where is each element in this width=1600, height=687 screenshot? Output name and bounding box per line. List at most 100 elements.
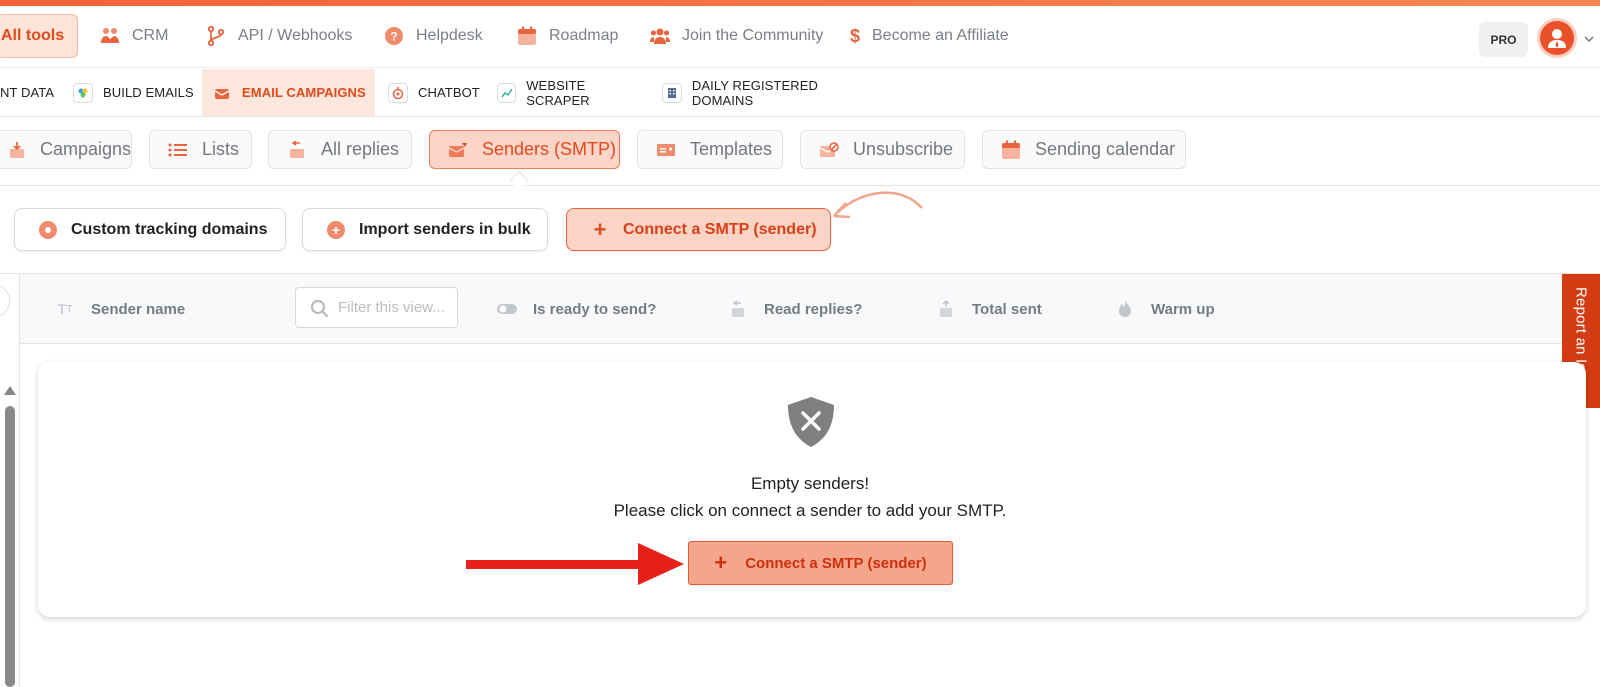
- filter-view-box[interactable]: [295, 287, 458, 328]
- col-read-replies[interactable]: Read replies?: [728, 274, 862, 344]
- col-sender-name[interactable]: TT Sender name: [55, 274, 186, 344]
- subtab-senders-smtp[interactable]: Senders (SMTP): [429, 130, 620, 169]
- branch-icon: [206, 26, 226, 46]
- list-icon: [168, 141, 188, 159]
- col-replies-label: Read replies?: [764, 300, 863, 318]
- import-senders-button[interactable]: + Import senders in bulk: [302, 208, 548, 251]
- nav-all-tools-label: All tools: [1, 27, 65, 44]
- plus-circle-icon: +: [327, 220, 345, 239]
- handshake-icon: [100, 26, 120, 46]
- send-mail-icon: [448, 141, 468, 159]
- top-navigation: All tools CRM API / Webhooks ? Helpdesk …: [0, 6, 1600, 68]
- col-ready-to-send[interactable]: Is ready to send?: [497, 274, 656, 344]
- empty-state-title: Empty senders!: [750, 474, 870, 493]
- empty-state-subtitle: Please click on connect a sender to add …: [613, 501, 1007, 520]
- subtab-unsubscribe[interactable]: Unsubscribe: [800, 130, 965, 169]
- tab-email-campaigns[interactable]: EMAIL CAMPAIGNS: [202, 69, 375, 116]
- tab-daily-domains[interactable]: DAILY REGISTERED DOMAINS: [662, 69, 882, 116]
- text-type-icon: TT: [57, 301, 73, 317]
- subtab-unsubscribe-label: Unsubscribe: [853, 139, 954, 159]
- col-ready-label: Is ready to send?: [533, 300, 657, 318]
- import-senders-label: Import senders in bulk: [359, 220, 531, 238]
- question-icon: ?: [384, 26, 404, 46]
- robot-icon: [388, 82, 408, 103]
- col-total-sent[interactable]: Total sent: [936, 274, 1042, 344]
- nav-community-label: Join the Community: [682, 27, 824, 44]
- avatar[interactable]: [1537, 18, 1577, 58]
- nav-affiliate[interactable]: $ Become an Affiliate: [850, 14, 1009, 58]
- nav-roadmap[interactable]: Roadmap: [517, 14, 618, 58]
- subtab-sending-calendar[interactable]: Sending calendar: [982, 130, 1186, 169]
- nav-roadmap-label: Roadmap: [549, 27, 619, 44]
- connect-smtp-label: Connect a SMTP (sender): [623, 220, 817, 238]
- annotation-red-arrow: [466, 543, 684, 585]
- subtab-all-replies[interactable]: All replies: [268, 130, 412, 169]
- flame-icon: [1115, 300, 1135, 318]
- nav-community[interactable]: Join the Community: [650, 14, 823, 58]
- tab-email-campaigns-label: EMAIL CAMPAIGNS: [242, 85, 366, 100]
- plus-icon: +: [593, 216, 607, 242]
- nav-api-webhooks[interactable]: API / Webhooks: [206, 14, 352, 58]
- nav-affiliate-label: Become an Affiliate: [872, 27, 1009, 44]
- plus-icon: +: [714, 550, 728, 575]
- sender-actions: Custom tracking domains + Import senders…: [0, 187, 1600, 274]
- subtab-campaigns-label: Campaigns: [39, 139, 131, 159]
- reply-inbox-icon: [728, 300, 748, 318]
- subtab-lists[interactable]: Lists: [149, 130, 252, 169]
- subtab-lists-label: Lists: [202, 139, 240, 159]
- search-icon: [310, 299, 329, 323]
- col-total-label: Total sent: [972, 300, 1042, 318]
- outbox-icon: [936, 300, 956, 318]
- subtab-templates[interactable]: Templates: [637, 130, 783, 169]
- nav-all-tools[interactable]: All tools: [0, 14, 78, 58]
- tab-data[interactable]: NT DATA: [0, 69, 62, 116]
- subtab-campaigns[interactable]: Campaigns: [0, 130, 132, 169]
- toggle-icon: [497, 300, 517, 318]
- nav-api-label: API / Webhooks: [238, 27, 353, 44]
- campaign-subtabs: Campaigns Lists All replies Senders (SMT…: [0, 118, 1600, 191]
- nav-helpdesk-label: Helpdesk: [416, 27, 483, 44]
- tab-build-emails[interactable]: BUILD EMAILS: [73, 69, 198, 116]
- subtab-senders-label: Senders (SMTP): [482, 139, 617, 159]
- subtab-all-replies-label: All replies: [321, 139, 400, 159]
- nav-crm[interactable]: CRM: [100, 14, 168, 58]
- tab-chatbot[interactable]: CHATBOT: [388, 69, 488, 116]
- tab-website-scraper[interactable]: WEBSITE SCRAPER: [497, 69, 647, 116]
- tab-data-label: NT DATA: [0, 85, 55, 100]
- user-icon: [1548, 29, 1566, 48]
- mail-block-icon: [819, 141, 839, 159]
- reply-inbox-icon: [287, 140, 307, 159]
- template-icon: [656, 141, 676, 159]
- connect-smtp-button[interactable]: + Connect a SMTP (sender): [566, 208, 831, 251]
- connect-smtp-empty-label: Connect a SMTP (sender): [745, 554, 927, 572]
- scroll-up-arrow[interactable]: [4, 386, 16, 395]
- building-icon: [662, 82, 682, 103]
- col-warmup-label: Warm up: [1151, 300, 1215, 318]
- dollar-icon: $: [850, 25, 861, 46]
- tab-chatbot-label: CHATBOT: [418, 85, 480, 100]
- subtab-templates-label: Templates: [690, 139, 773, 159]
- gear-icon: [39, 220, 57, 239]
- tab-website-scraper-label: WEBSITE SCRAPER: [526, 77, 590, 108]
- filter-input[interactable]: [338, 299, 448, 316]
- col-sender-name-label: Sender name: [91, 300, 186, 318]
- pro-badge[interactable]: PRO: [1479, 22, 1528, 57]
- scrollbar-thumb[interactable]: [5, 406, 15, 687]
- nav-helpdesk[interactable]: ? Helpdesk: [384, 14, 483, 58]
- palette-icon: [73, 82, 93, 103]
- annotation-curved-arrow: [833, 191, 923, 219]
- tab-build-emails-label: BUILD EMAILS: [103, 85, 194, 100]
- inbox-icon: [9, 141, 26, 159]
- col-warm-up[interactable]: Warm up: [1115, 274, 1215, 344]
- custom-tracking-domains-button[interactable]: Custom tracking domains: [14, 208, 286, 251]
- chevron-down-icon[interactable]: [1584, 32, 1594, 43]
- shield-x-icon: [788, 397, 834, 447]
- calendar-icon: [1001, 140, 1021, 159]
- chart-line-icon: [497, 82, 517, 103]
- envelope-icon: [212, 83, 232, 103]
- connect-smtp-empty-button[interactable]: + Connect a SMTP (sender): [688, 541, 953, 585]
- users-icon: [650, 26, 670, 46]
- calendar-icon: [517, 26, 537, 46]
- tool-tabs: NT DATA BUILD EMAILS EMAIL CAMPAIGNS CHA…: [0, 69, 1600, 117]
- custom-tracking-label: Custom tracking domains: [71, 220, 268, 238]
